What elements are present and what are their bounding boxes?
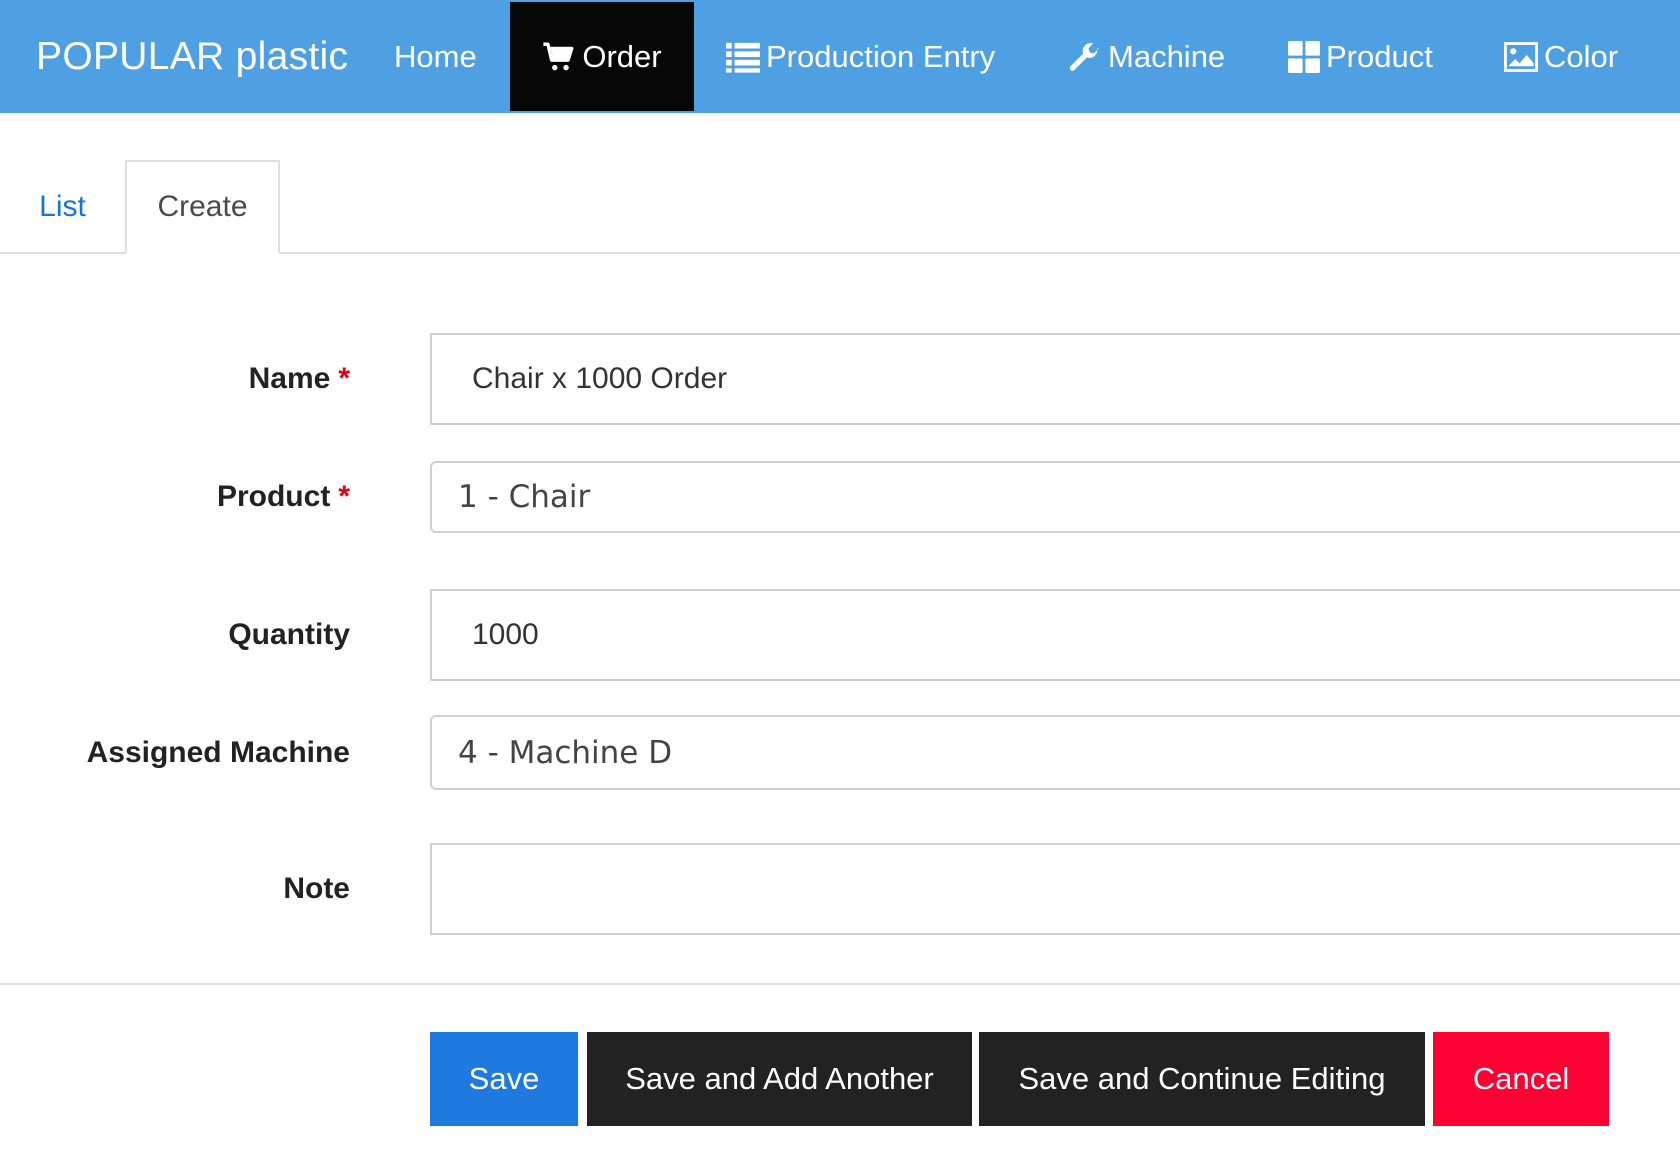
product-label: Product * xyxy=(217,461,350,533)
quantity-input[interactable]: 1000 xyxy=(430,589,1680,681)
image-icon xyxy=(1504,41,1538,72)
name-input[interactable]: Chair x 1000 Order xyxy=(430,333,1680,425)
nav-production-entry-label: Production Entry xyxy=(766,38,996,74)
nav-home-label: Home xyxy=(394,38,477,74)
cart-icon xyxy=(542,40,576,74)
tab-create-label: Create xyxy=(157,190,248,223)
nav-machine-label: Machine xyxy=(1108,38,1226,74)
product-label-text: Product xyxy=(216,480,331,513)
assigned-machine-label: Assigned Machine xyxy=(87,715,350,790)
cancel-button-label: Cancel xyxy=(1472,1061,1570,1096)
save-button[interactable]: Save xyxy=(430,1032,578,1126)
save-and-continue-editing-button[interactable]: Save and Continue Editing xyxy=(979,1032,1425,1126)
nav-order-label: Order xyxy=(582,38,662,74)
save-and-continue-editing-label: Save and Continue Editing xyxy=(1018,1061,1386,1096)
cancel-button[interactable]: Cancel xyxy=(1433,1032,1609,1126)
tab-list-label: List xyxy=(39,190,86,223)
quantity-input-value: 1000 xyxy=(472,618,539,651)
form-actions-divider xyxy=(0,983,1680,985)
required-marker: * xyxy=(338,480,350,513)
nav-product[interactable]: Product xyxy=(1288,2,1448,111)
app-brand[interactable]: POPULAR plastic xyxy=(36,0,348,113)
tab-list[interactable]: List xyxy=(0,161,125,253)
save-and-add-another-label: Save and Add Another xyxy=(625,1061,934,1096)
nav-product-label: Product xyxy=(1326,38,1433,74)
assigned-machine-label-text: Assigned Machine xyxy=(86,735,350,769)
grid-icon xyxy=(1288,40,1320,73)
tab-create[interactable]: Create xyxy=(125,160,280,254)
name-label: Name * xyxy=(249,333,350,425)
list-icon xyxy=(726,41,760,73)
required-marker: * xyxy=(338,362,350,395)
nav-home[interactable]: Home xyxy=(394,2,490,111)
note-input[interactable] xyxy=(430,843,1680,935)
note-label-text: Note xyxy=(283,872,350,905)
save-and-add-another-button[interactable]: Save and Add Another xyxy=(587,1032,972,1126)
quantity-label-text: Quantity xyxy=(228,618,350,651)
note-label: Note xyxy=(283,843,350,935)
save-button-label: Save xyxy=(468,1061,540,1096)
quantity-label: Quantity xyxy=(228,589,350,681)
nav-color-label: Color xyxy=(1544,38,1619,74)
nav-production-entry[interactable]: Production Entry xyxy=(726,2,1006,111)
nav-color[interactable]: Color xyxy=(1504,2,1634,111)
product-select[interactable]: 1 - Chair xyxy=(430,461,1680,533)
nav-order[interactable]: Order xyxy=(510,2,694,111)
wrench-icon xyxy=(1068,40,1102,74)
nav-machine[interactable]: Machine xyxy=(1068,2,1228,111)
assigned-machine-select[interactable]: 4 - Machine D xyxy=(430,715,1680,790)
top-navbar: POPULAR plastic Home Order Production En… xyxy=(0,0,1680,113)
name-input-value: Chair x 1000 Order xyxy=(472,362,728,395)
product-select-value: 1 - Chair xyxy=(458,479,591,515)
name-label-text: Name xyxy=(248,362,331,395)
assigned-machine-select-value: 4 - Machine D xyxy=(458,734,673,771)
